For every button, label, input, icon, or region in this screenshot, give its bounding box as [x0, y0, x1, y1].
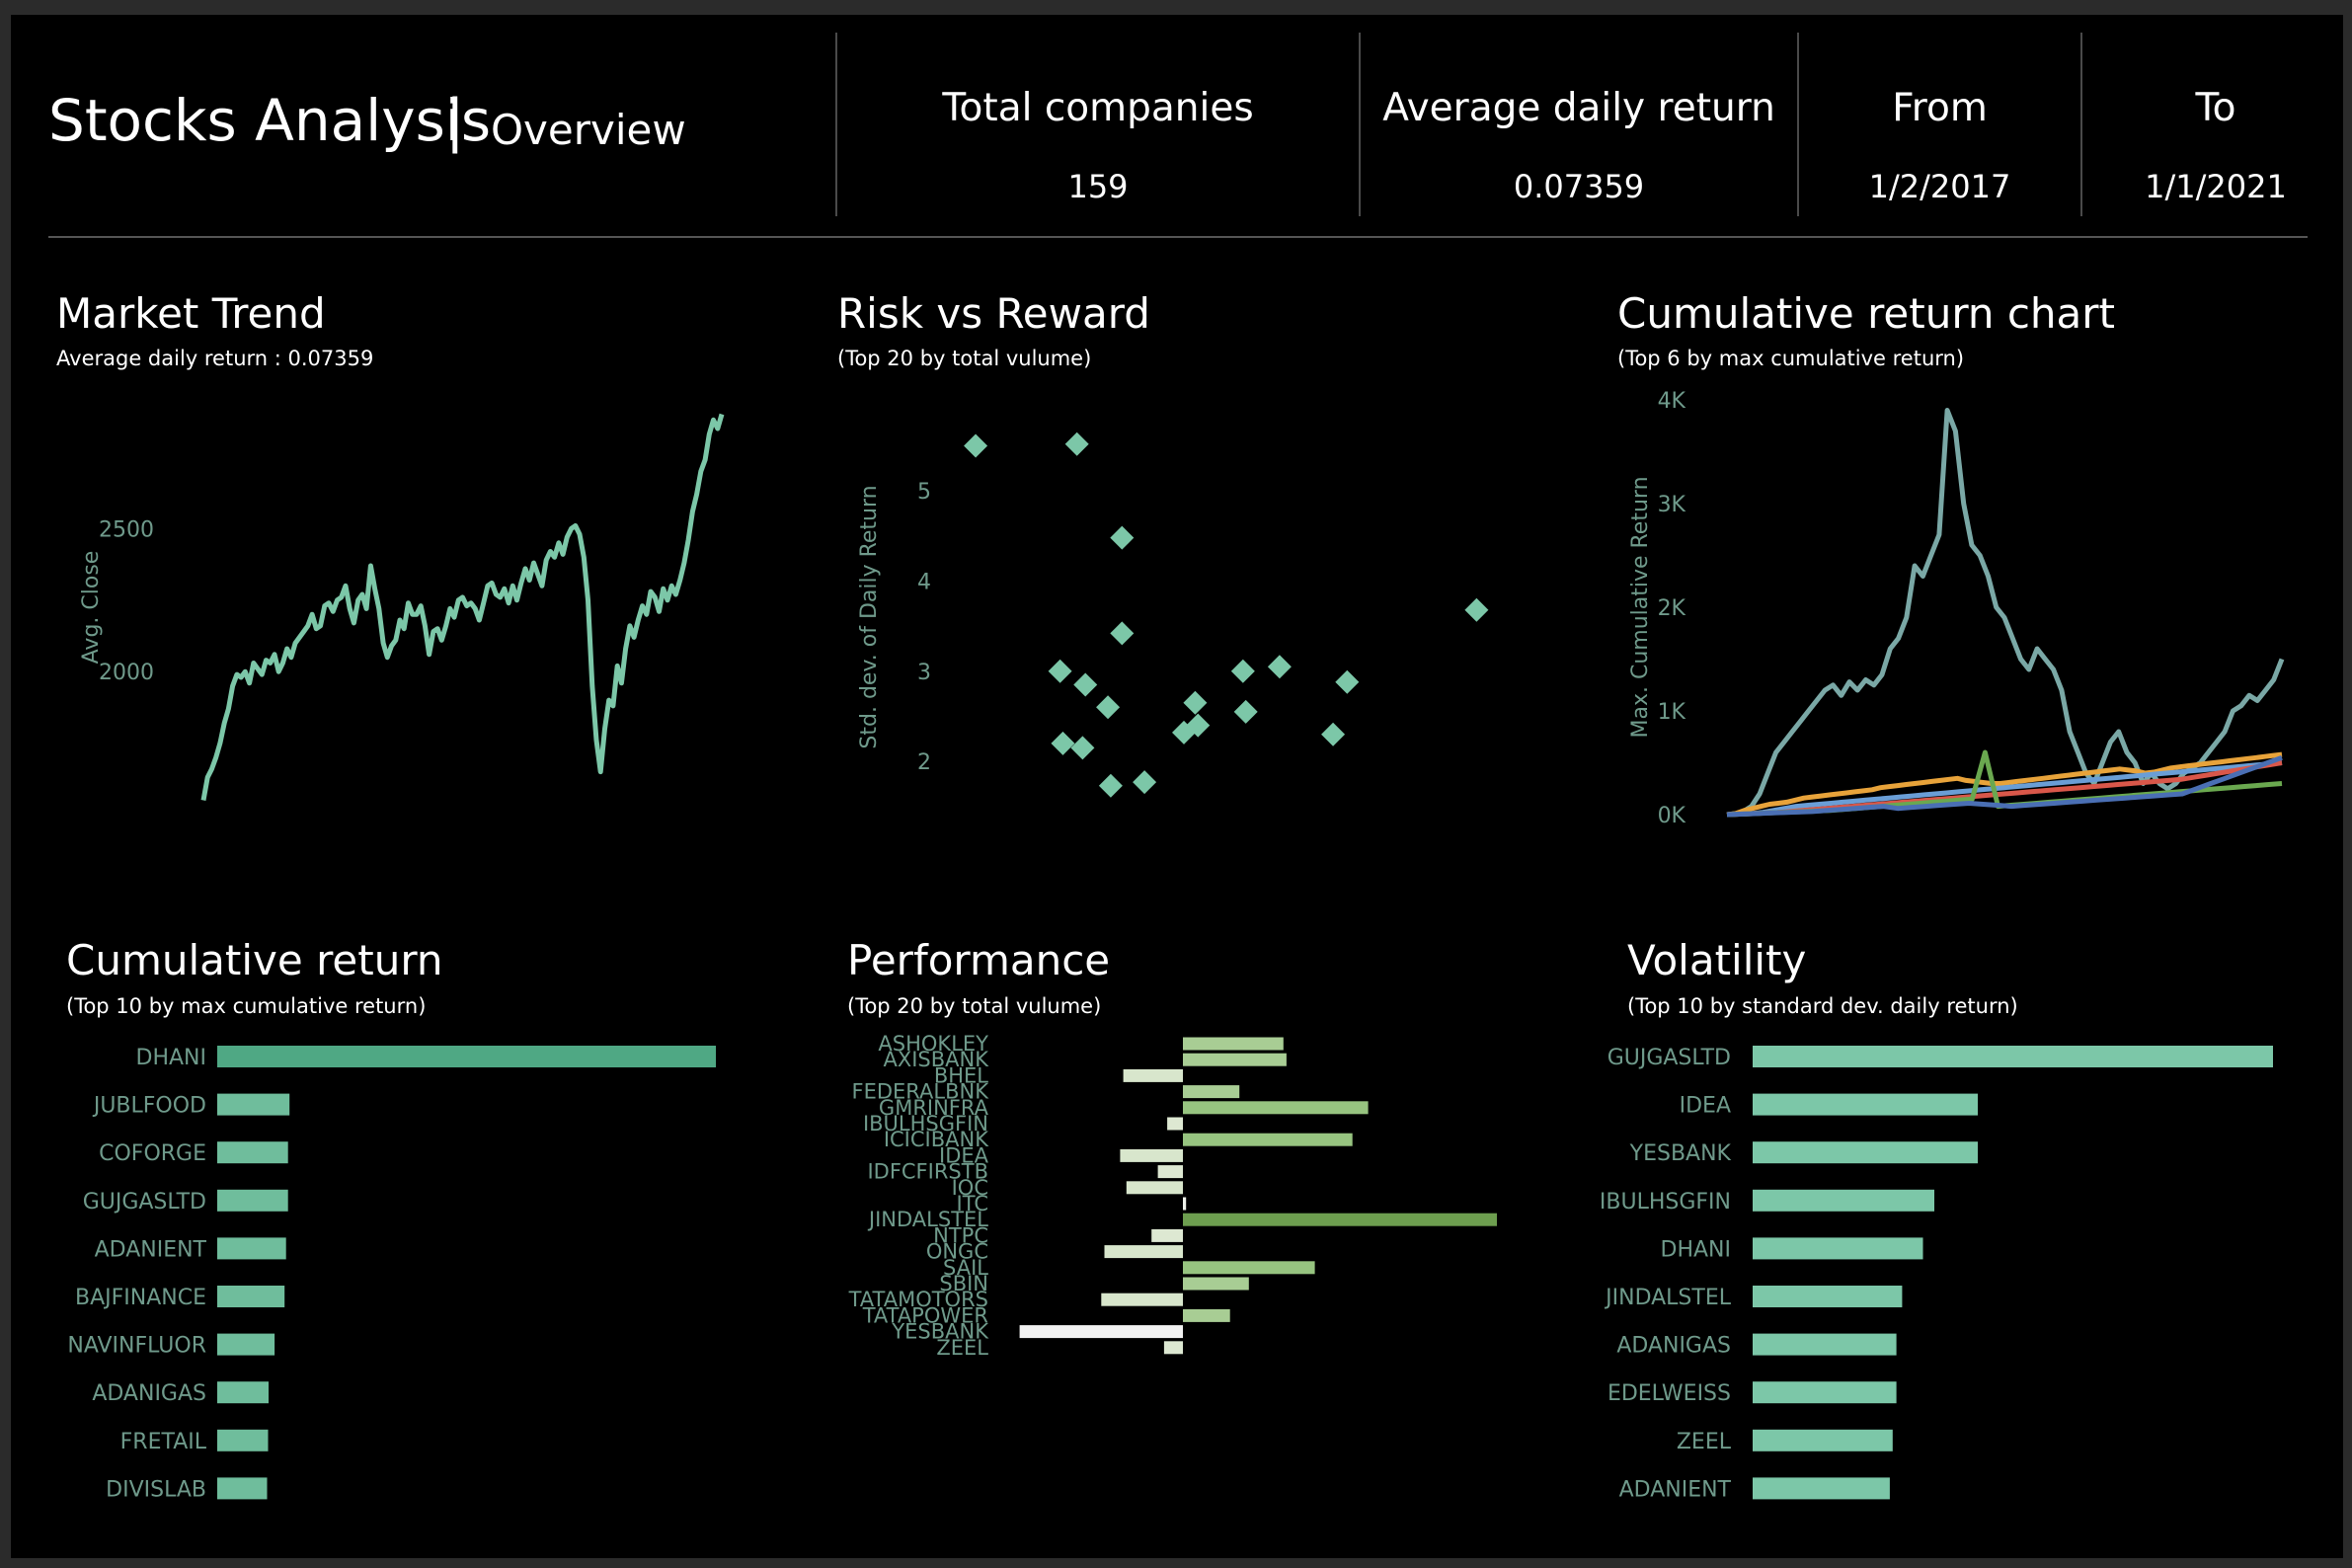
charts-canvas: 2000 2500 Avg. Close 2 3 4 5 Std. dev. of Daily… — [67, 389, 2285, 1502]
scatter-point — [1051, 731, 1075, 755]
y-axis-label: Max. Cumulative Return — [1628, 476, 1653, 738]
bar — [1753, 1046, 2273, 1067]
bar — [1183, 1053, 1287, 1066]
scatter-point — [1133, 770, 1157, 795]
scatter-point — [1110, 621, 1135, 646]
bar — [1167, 1117, 1183, 1131]
cumulative-series-line — [1726, 408, 2285, 818]
scatter-point — [1183, 690, 1208, 715]
bar — [1183, 1037, 1284, 1051]
bar-category-label: ADANIENT — [1619, 1477, 1732, 1502]
scatter-point — [1073, 672, 1098, 697]
scatter-point — [1464, 597, 1489, 622]
bar — [1753, 1477, 1890, 1500]
bar — [1157, 1165, 1183, 1179]
bar-category-label: NAVINFLUOR — [67, 1334, 206, 1359]
bar-category-label: ADANIGAS — [1616, 1334, 1731, 1359]
bar — [1753, 1141, 1978, 1164]
y-tick-label: 2000 — [99, 661, 154, 685]
y-tick-label: 3K — [1658, 493, 1686, 517]
y-axis-label: Avg. Close — [79, 551, 104, 665]
bar — [1183, 1277, 1249, 1291]
bar — [217, 1141, 288, 1164]
bar — [1151, 1228, 1183, 1242]
y-tick-label: 1K — [1658, 700, 1686, 725]
y-tick-label: 2K — [1658, 596, 1686, 621]
bar-category-label: ADANIENT — [95, 1237, 207, 1262]
scatter-point — [1230, 659, 1255, 683]
bar-category-label: GUJGASLTD — [1607, 1046, 1731, 1070]
scatter-point — [1048, 659, 1072, 683]
bar-category-label: DHANI — [136, 1046, 206, 1070]
bar — [1753, 1189, 1934, 1212]
scatter-point — [1096, 695, 1121, 720]
bar — [1183, 1101, 1369, 1115]
bar-category-label: DHANI — [1661, 1237, 1731, 1262]
bar — [1101, 1293, 1183, 1306]
y-tick-label: 2500 — [99, 517, 154, 542]
bar — [217, 1477, 268, 1500]
bar — [217, 1286, 285, 1307]
bar-category-label: COFORGE — [99, 1141, 206, 1166]
bar — [1183, 1213, 1497, 1226]
bar-category-label: ADANIGAS — [92, 1381, 206, 1406]
scatter-point — [1070, 736, 1095, 760]
bar-category-label: GUJGASLTD — [83, 1190, 206, 1215]
bar — [1104, 1245, 1183, 1259]
bar-category-label: IDEA — [1680, 1094, 1731, 1119]
y-tick-label: 0K — [1658, 804, 1686, 828]
scatter-point — [1064, 431, 1089, 456]
bar — [217, 1429, 269, 1451]
market-trend-line — [200, 413, 725, 801]
bar-category-label: EDELWEISS — [1607, 1381, 1731, 1406]
bar — [1183, 1308, 1230, 1322]
bar — [1753, 1237, 1923, 1260]
bar — [217, 1237, 286, 1260]
y-tick-label: 4K — [1658, 389, 1686, 414]
bar-category-label: FRETAIL — [120, 1430, 207, 1454]
bar-category-label: JUBLFOOD — [92, 1094, 206, 1119]
bar — [1019, 1325, 1183, 1339]
bar — [217, 1046, 716, 1067]
bar — [1183, 1261, 1315, 1275]
bar — [1123, 1068, 1183, 1082]
scatter-point — [964, 433, 988, 458]
y-tick-label: 4 — [917, 570, 931, 594]
bar — [1120, 1148, 1183, 1162]
dashboard-frame: Stocks Analysis | Overview Total compani… — [11, 15, 2343, 1558]
bar — [217, 1093, 290, 1116]
bar — [1183, 1085, 1240, 1099]
scatter-point — [1267, 655, 1292, 679]
bar-category-label: DIVISLAB — [106, 1477, 206, 1502]
scatter-point — [1335, 669, 1360, 694]
bar-category-label: JINDALSTEL — [1604, 1286, 1732, 1310]
bar — [1183, 1133, 1353, 1146]
bar — [1183, 1197, 1187, 1211]
scatter-point — [1098, 773, 1123, 798]
bar — [1753, 1286, 1903, 1307]
bar — [217, 1333, 275, 1356]
y-tick-label: 2 — [917, 750, 931, 775]
scatter-point — [1321, 722, 1346, 746]
bar — [1163, 1341, 1183, 1355]
bar-category-label: BAJFINANCE — [75, 1286, 206, 1310]
bar — [1126, 1181, 1183, 1195]
bar-category-label: YESBANK — [1629, 1141, 1732, 1166]
y-axis-label: Std. dev. of Daily Return — [857, 485, 882, 748]
bar — [1753, 1093, 1978, 1116]
bar-category-label: IBULHSGFIN — [1600, 1190, 1731, 1215]
bar — [1753, 1333, 1897, 1356]
bar-category-label: ZEEL — [1677, 1430, 1732, 1454]
bar — [1753, 1429, 1893, 1451]
bar-category-label: ZEEL — [936, 1336, 988, 1360]
y-tick-label: 3 — [917, 661, 931, 685]
bar — [1753, 1381, 1897, 1404]
scatter-point — [1110, 525, 1135, 550]
bar — [217, 1189, 288, 1212]
scatter-point — [1233, 699, 1258, 724]
y-tick-label: 5 — [917, 480, 931, 505]
bar — [217, 1381, 269, 1404]
